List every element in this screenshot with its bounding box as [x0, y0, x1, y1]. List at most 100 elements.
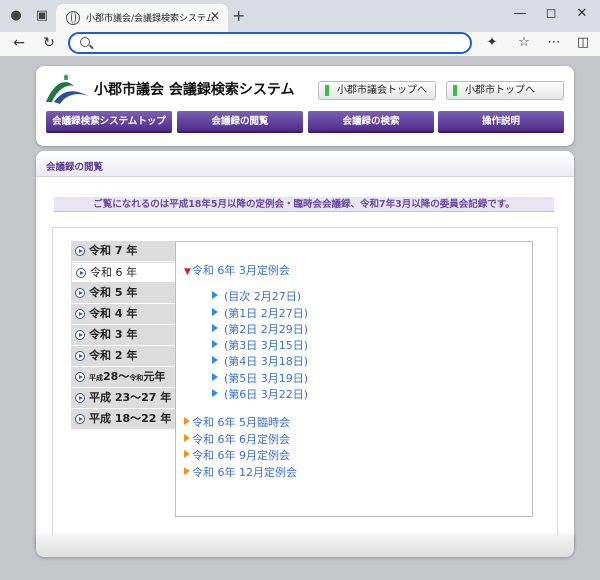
close-tab-icon[interactable]: ✕	[210, 9, 220, 23]
nav-browse[interactable]: 会議録の閲覧	[177, 111, 303, 133]
day-label: (第3日 3月15日)	[224, 339, 309, 352]
year-label: 平成 18～22 年	[89, 412, 172, 425]
year-item-r3[interactable]: 令和 3 年	[71, 325, 175, 346]
address-bar[interactable]	[68, 32, 472, 54]
arrow-circle-icon	[75, 246, 85, 256]
arrow-circle-icon	[75, 288, 85, 298]
city-top-label: 小郡市トップへ	[465, 85, 535, 96]
site-title: 小郡市議会 会議録検索システム	[94, 82, 295, 98]
maximize-icon[interactable]: ◻	[541, 6, 561, 21]
triangle-right-icon	[212, 340, 218, 348]
url-input[interactable]	[98, 36, 458, 50]
meeting-item[interactable]: 令和 6年 12月定例会	[184, 464, 297, 480]
minimize-icon[interactable]: —	[510, 6, 530, 21]
meeting-label: 令和 6年 12月定例会	[192, 466, 297, 479]
meeting-item[interactable]: 令和 6年 5月臨時会	[184, 414, 290, 430]
arrow-circle-icon	[75, 351, 85, 361]
year-item-r6[interactable]: 令和 6 年	[71, 262, 175, 283]
arrow-circle-icon	[75, 393, 85, 403]
meeting-label: 令和 6年 5月臨時会	[192, 416, 290, 429]
day-item[interactable]: (第1日 2月27日)	[212, 305, 308, 321]
year-label: 令和 5 年	[89, 286, 138, 299]
address-bar-row: ← ↻ ✦ ☆ ⋯ ◫	[0, 32, 600, 56]
page-viewport: 小郡市議会 会議録検索システム 小郡市議会トップへ 小郡市トップへ 会議録検索シ…	[0, 56, 600, 580]
browse-panel: 会議録の閲覧 ご覧になれるのは平成18年5月以降の定例会・臨時会会議録、令和7年…	[36, 151, 574, 553]
year-label: 令和 6 年	[90, 266, 137, 279]
day-label: (第6日 3月22日)	[224, 388, 309, 401]
section-header: 会議録の閲覧	[36, 151, 574, 177]
globe-icon	[66, 11, 80, 25]
main-nav: 会議録検索システムトップ 会議録の閲覧 会議録の検索 操作説明	[46, 111, 564, 133]
arrow-circle-icon	[75, 309, 85, 319]
year-item-h28[interactable]: 平成28～令和元年	[71, 367, 175, 388]
nav-help[interactable]: 操作説明	[438, 111, 564, 133]
window-close-icon[interactable]: ✕	[572, 6, 592, 21]
day-item[interactable]: (第6日 3月22日)	[212, 386, 308, 402]
year-item-r4[interactable]: 令和 4 年	[71, 304, 175, 325]
year-item-h18[interactable]: 平成 18～22 年	[71, 409, 175, 430]
day-label: (目次 2月27日)	[224, 290, 302, 303]
tab-actions-icon[interactable]: ▣	[34, 8, 50, 24]
year-item-h23[interactable]: 平成 23～27 年	[71, 388, 175, 409]
meeting-item[interactable]: 令和 6年 6月定例会	[184, 431, 290, 447]
year-label: 令和 2 年	[89, 349, 138, 362]
meeting-item[interactable]: 令和 6年 9月定例会	[184, 447, 290, 463]
year-label: 28～	[103, 370, 130, 383]
year-label: 元年	[143, 370, 166, 383]
profile-icon[interactable]: ●	[8, 8, 24, 24]
day-item[interactable]: (第3日 3月15日)	[212, 337, 308, 353]
year-label: 令和 4 年	[89, 307, 138, 320]
arrow-circle-icon	[75, 330, 85, 340]
section-title: 会議録の閲覧	[46, 162, 104, 173]
back-icon[interactable]: ←	[10, 35, 28, 51]
arrow-circle-icon	[76, 268, 86, 278]
sidebar-icon[interactable]: ◫	[574, 35, 592, 50]
browser-tab[interactable]: 小郡市議会/会議録検索システム ✕	[56, 4, 228, 32]
nav-search[interactable]: 会議録の検索	[308, 111, 434, 133]
day-label: (第2日 2月29日)	[224, 323, 309, 336]
triangle-right-icon	[212, 308, 218, 316]
day-item[interactable]: (第5日 3月19日)	[212, 370, 308, 386]
year-item-r7[interactable]: 令和 7 年	[71, 241, 175, 262]
day-label: (第1日 2月27日)	[224, 307, 309, 320]
year-item-r5[interactable]: 令和 5 年	[71, 283, 175, 304]
city-logo-icon[interactable]	[44, 72, 90, 108]
triangle-down-icon: ▼	[184, 267, 191, 277]
triangle-right-icon	[212, 356, 218, 364]
era-small-label: 令和	[129, 374, 144, 382]
triangle-right-icon	[212, 324, 218, 332]
council-top-link[interactable]: 小郡市議会トップへ	[318, 81, 436, 100]
meeting-label: 令和 6年 6月定例会	[192, 433, 290, 446]
day-item[interactable]: (目次 2月27日)	[212, 288, 301, 304]
search-icon	[80, 37, 90, 47]
day-item[interactable]: (第2日 2月29日)	[212, 321, 308, 337]
favorites-icon[interactable]: ☆	[515, 35, 533, 50]
triangle-right-icon	[212, 373, 218, 381]
triangle-right-icon	[184, 434, 190, 442]
triangle-right-icon	[184, 417, 190, 425]
meeting-item-open[interactable]: ▼令和 6年 3月定例会	[184, 262, 290, 278]
day-item[interactable]: (第4日 3月18日)	[212, 353, 308, 369]
extensions-icon[interactable]: ✦	[483, 35, 501, 50]
meeting-label: 令和 6年 3月定例会	[191, 264, 290, 277]
arrow-circle-icon	[75, 414, 85, 424]
city-top-link[interactable]: 小郡市トップへ	[446, 81, 564, 100]
meeting-list: ▼令和 6年 3月定例会 (目次 2月27日) (第1日 2月27日) (第2日…	[175, 241, 533, 517]
triangle-right-icon	[212, 389, 218, 397]
browser-titlebar: ● ▣ 小郡市議会/会議録検索システム ✕ + — ◻ ✕	[0, 0, 600, 32]
browse-content: 令和 7 年 令和 6 年 令和 5 年 令和 4 年 令和 3 年 令和 2 …	[52, 227, 558, 537]
council-top-label: 小郡市議会トップへ	[337, 85, 427, 96]
year-label: 平成 23～27 年	[89, 391, 172, 404]
arrow-circle-icon	[75, 372, 85, 382]
year-label: 令和 7 年	[89, 244, 138, 257]
day-label: (第4日 3月18日)	[224, 355, 309, 368]
year-item-r2[interactable]: 令和 2 年	[71, 346, 175, 367]
day-label: (第5日 3月19日)	[224, 372, 309, 385]
refresh-icon[interactable]: ↻	[40, 35, 58, 51]
nav-system-top[interactable]: 会議録検索システムトップ	[46, 111, 172, 133]
meeting-label: 令和 6年 9月定例会	[192, 449, 290, 462]
more-menu-icon[interactable]: ⋯	[545, 35, 563, 50]
new-tab-icon[interactable]: +	[232, 6, 245, 25]
year-list: 令和 7 年 令和 6 年 令和 5 年 令和 4 年 令和 3 年 令和 2 …	[71, 241, 175, 430]
triangle-right-icon	[184, 467, 190, 475]
